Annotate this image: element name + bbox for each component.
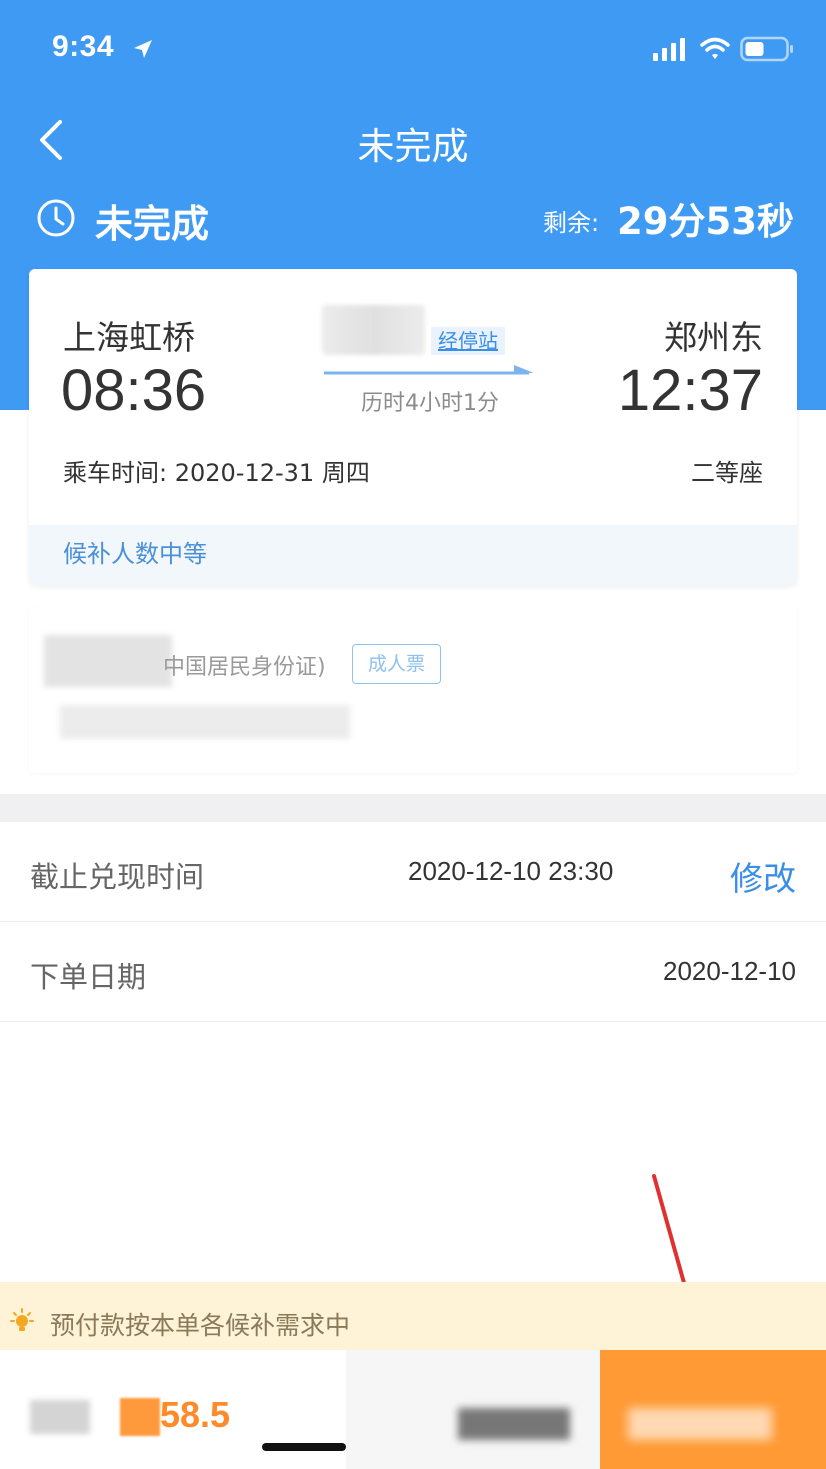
- arrival-time: 12:37: [617, 358, 763, 423]
- cellular-signal-icon: [653, 38, 685, 61]
- departure-time: 08:36: [61, 358, 207, 423]
- passenger-name-redacted: [44, 635, 172, 687]
- section-divider: [0, 794, 826, 822]
- price-label-redacted: [30, 1400, 90, 1434]
- bottom-action-bar: 58.5: [0, 1350, 826, 1469]
- route-arrow-icon: [324, 365, 534, 375]
- deadline-label: 截止兑现时间: [30, 860, 205, 894]
- deadline-row: 截止兑现时间 2020-12-10 23:30 修改: [0, 822, 826, 922]
- notice-text: 预付款按本单各候补需求中: [50, 1311, 351, 1340]
- order-date-value: 2020-12-10: [663, 956, 796, 986]
- clock-icon: [37, 199, 75, 237]
- primary-button-label-redacted: [628, 1408, 772, 1440]
- remaining-label: 剩余:: [543, 209, 600, 237]
- ticket-kind-badge: 成人票: [352, 644, 441, 684]
- secondary-button-label-redacted: [458, 1408, 570, 1440]
- ride-date: 乘车时间: 2020-12-31 周四: [63, 459, 370, 487]
- seat-type: 二等座: [691, 459, 763, 487]
- deadline-value: 2020-12-10 23:30: [408, 856, 614, 886]
- modify-deadline-button[interactable]: 修改: [730, 852, 796, 900]
- location-arrow-icon: [134, 40, 152, 58]
- trip-duration: 历时4小时1分: [361, 391, 499, 416]
- primary-action-button[interactable]: [600, 1350, 826, 1469]
- lightbulb-icon: [10, 1308, 34, 1331]
- departure-station: 上海虹桥: [63, 318, 195, 357]
- nav-title: 未完成: [357, 125, 469, 168]
- secondary-action-button[interactable]: [346, 1350, 600, 1469]
- ticket-card: 上海虹桥 08:36 经停站 历时4小时1分 郑州东 12:37 乘车时间: 2…: [29, 269, 797, 585]
- home-indicator: [262, 1443, 346, 1451]
- battery-icon: [740, 36, 793, 62]
- arrival-station: 郑州东: [664, 318, 763, 357]
- status-bar: 9:34: [0, 0, 826, 100]
- passenger-card: 中国居民身份证) 成人票: [29, 607, 797, 773]
- passenger-id-number-redacted: [60, 705, 350, 739]
- wifi-icon: [700, 37, 730, 59]
- order-date-label: 下单日期: [30, 960, 147, 994]
- remaining-countdown: 29分53秒: [617, 200, 794, 243]
- passenger-id-type: 中国居民身份证): [163, 655, 326, 680]
- order-status-title: 未完成: [95, 202, 210, 246]
- price-amount: 58.5: [160, 1394, 231, 1435]
- status-time: 9:34: [52, 30, 115, 63]
- order-date-row: 下单日期 2020-12-10: [0, 922, 826, 1022]
- price-prefix-redacted: [120, 1398, 160, 1436]
- train-number-redacted: [322, 305, 425, 355]
- stops-link[interactable]: 经停站: [431, 327, 505, 355]
- waitlist-level: 候补人数中等: [29, 525, 797, 585]
